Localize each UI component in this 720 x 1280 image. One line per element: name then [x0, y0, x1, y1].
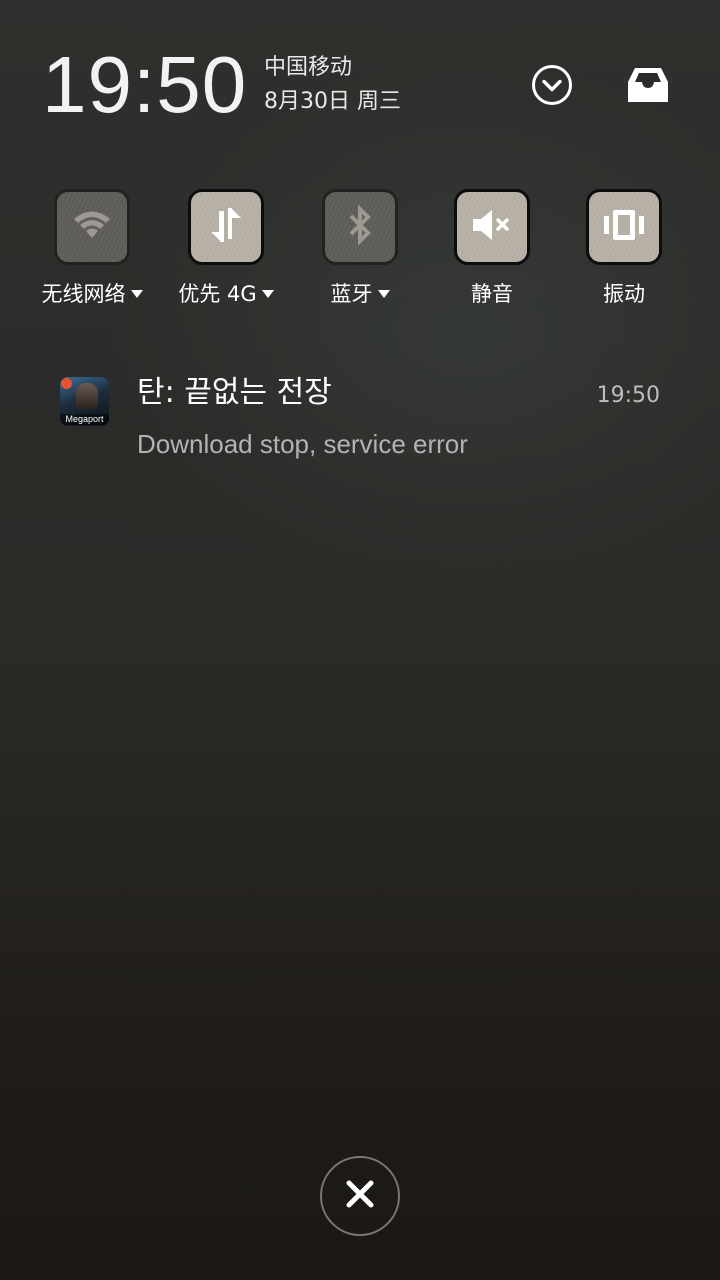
clock-time: 19:50 — [42, 40, 248, 129]
quick-tile-label: 无线网络 — [41, 282, 126, 306]
quick-tile-mute-label-wrap: 静音 — [424, 281, 560, 307]
inbox-tray-icon — [626, 65, 670, 105]
quick-tile-wifi[interactable]: 无线网络 — [24, 188, 164, 318]
app-icon-figure — [76, 383, 98, 409]
quick-tile-bluetooth-button[interactable] — [322, 189, 398, 265]
quick-tile-bluetooth-label-wrap: 蓝牙 — [292, 281, 428, 307]
wifi-icon — [72, 208, 112, 246]
notification-item[interactable]: Megaport 탄: 끝없는 전장 19:50 Download stop, … — [0, 360, 720, 480]
quick-tile-bluetooth[interactable]: 蓝牙 — [292, 188, 432, 318]
quick-tile-label: 静音 — [471, 282, 513, 306]
dropdown-caret-icon[interactable] — [261, 290, 274, 298]
chevron-down-circle-icon — [530, 63, 574, 107]
app-icon-brand: Megaport — [60, 414, 109, 425]
quick-tile-mute-button[interactable] — [454, 189, 530, 265]
bluetooth-icon — [345, 204, 375, 249]
notification-body: Download stop, service error — [137, 429, 468, 459]
dropdown-caret-icon[interactable] — [377, 290, 390, 298]
quick-tile-vibrate-label-wrap: 振动 — [556, 281, 692, 307]
quick-tile-data-label-wrap: 优先 4G — [158, 281, 294, 307]
quick-tile-vibrate-button[interactable] — [586, 189, 662, 265]
quick-tile-vibrate[interactable]: 振动 — [556, 188, 696, 318]
notification-time: 19:50 — [596, 383, 660, 408]
quick-tile-mute[interactable]: 静音 — [424, 188, 564, 318]
mute-icon — [470, 207, 514, 247]
quick-tile-label: 蓝牙 — [330, 282, 373, 306]
notification-title: 탄: 끝없는 전장 — [137, 375, 332, 410]
mobile-data-icon — [206, 205, 246, 249]
app-icon-badge — [61, 378, 72, 389]
quick-tile-data-button[interactable] — [188, 189, 264, 265]
quick-tile-wifi-label-wrap: 无线网络 — [24, 281, 160, 307]
expand-button[interactable] — [529, 62, 575, 108]
date-label: 8月30日 周三 — [264, 89, 401, 114]
vibrate-icon — [602, 207, 646, 247]
quick-tile-data[interactable]: 优先 4G — [158, 188, 298, 318]
dropdown-caret-icon[interactable] — [130, 290, 143, 298]
clear-all-button[interactable] — [320, 1156, 400, 1236]
quick-tile-label: 优先 4G — [178, 282, 257, 306]
inbox-button[interactable] — [625, 62, 671, 108]
carrier-name: 中国移动 — [264, 55, 353, 80]
close-icon — [344, 1178, 376, 1214]
quick-settings-row: 无线网络 优先 4G 蓝牙 静音 振动 — [0, 188, 720, 318]
app-icon: Megaport — [60, 377, 109, 426]
quick-tile-wifi-button[interactable] — [54, 189, 130, 265]
quick-tile-label: 振动 — [603, 282, 645, 306]
